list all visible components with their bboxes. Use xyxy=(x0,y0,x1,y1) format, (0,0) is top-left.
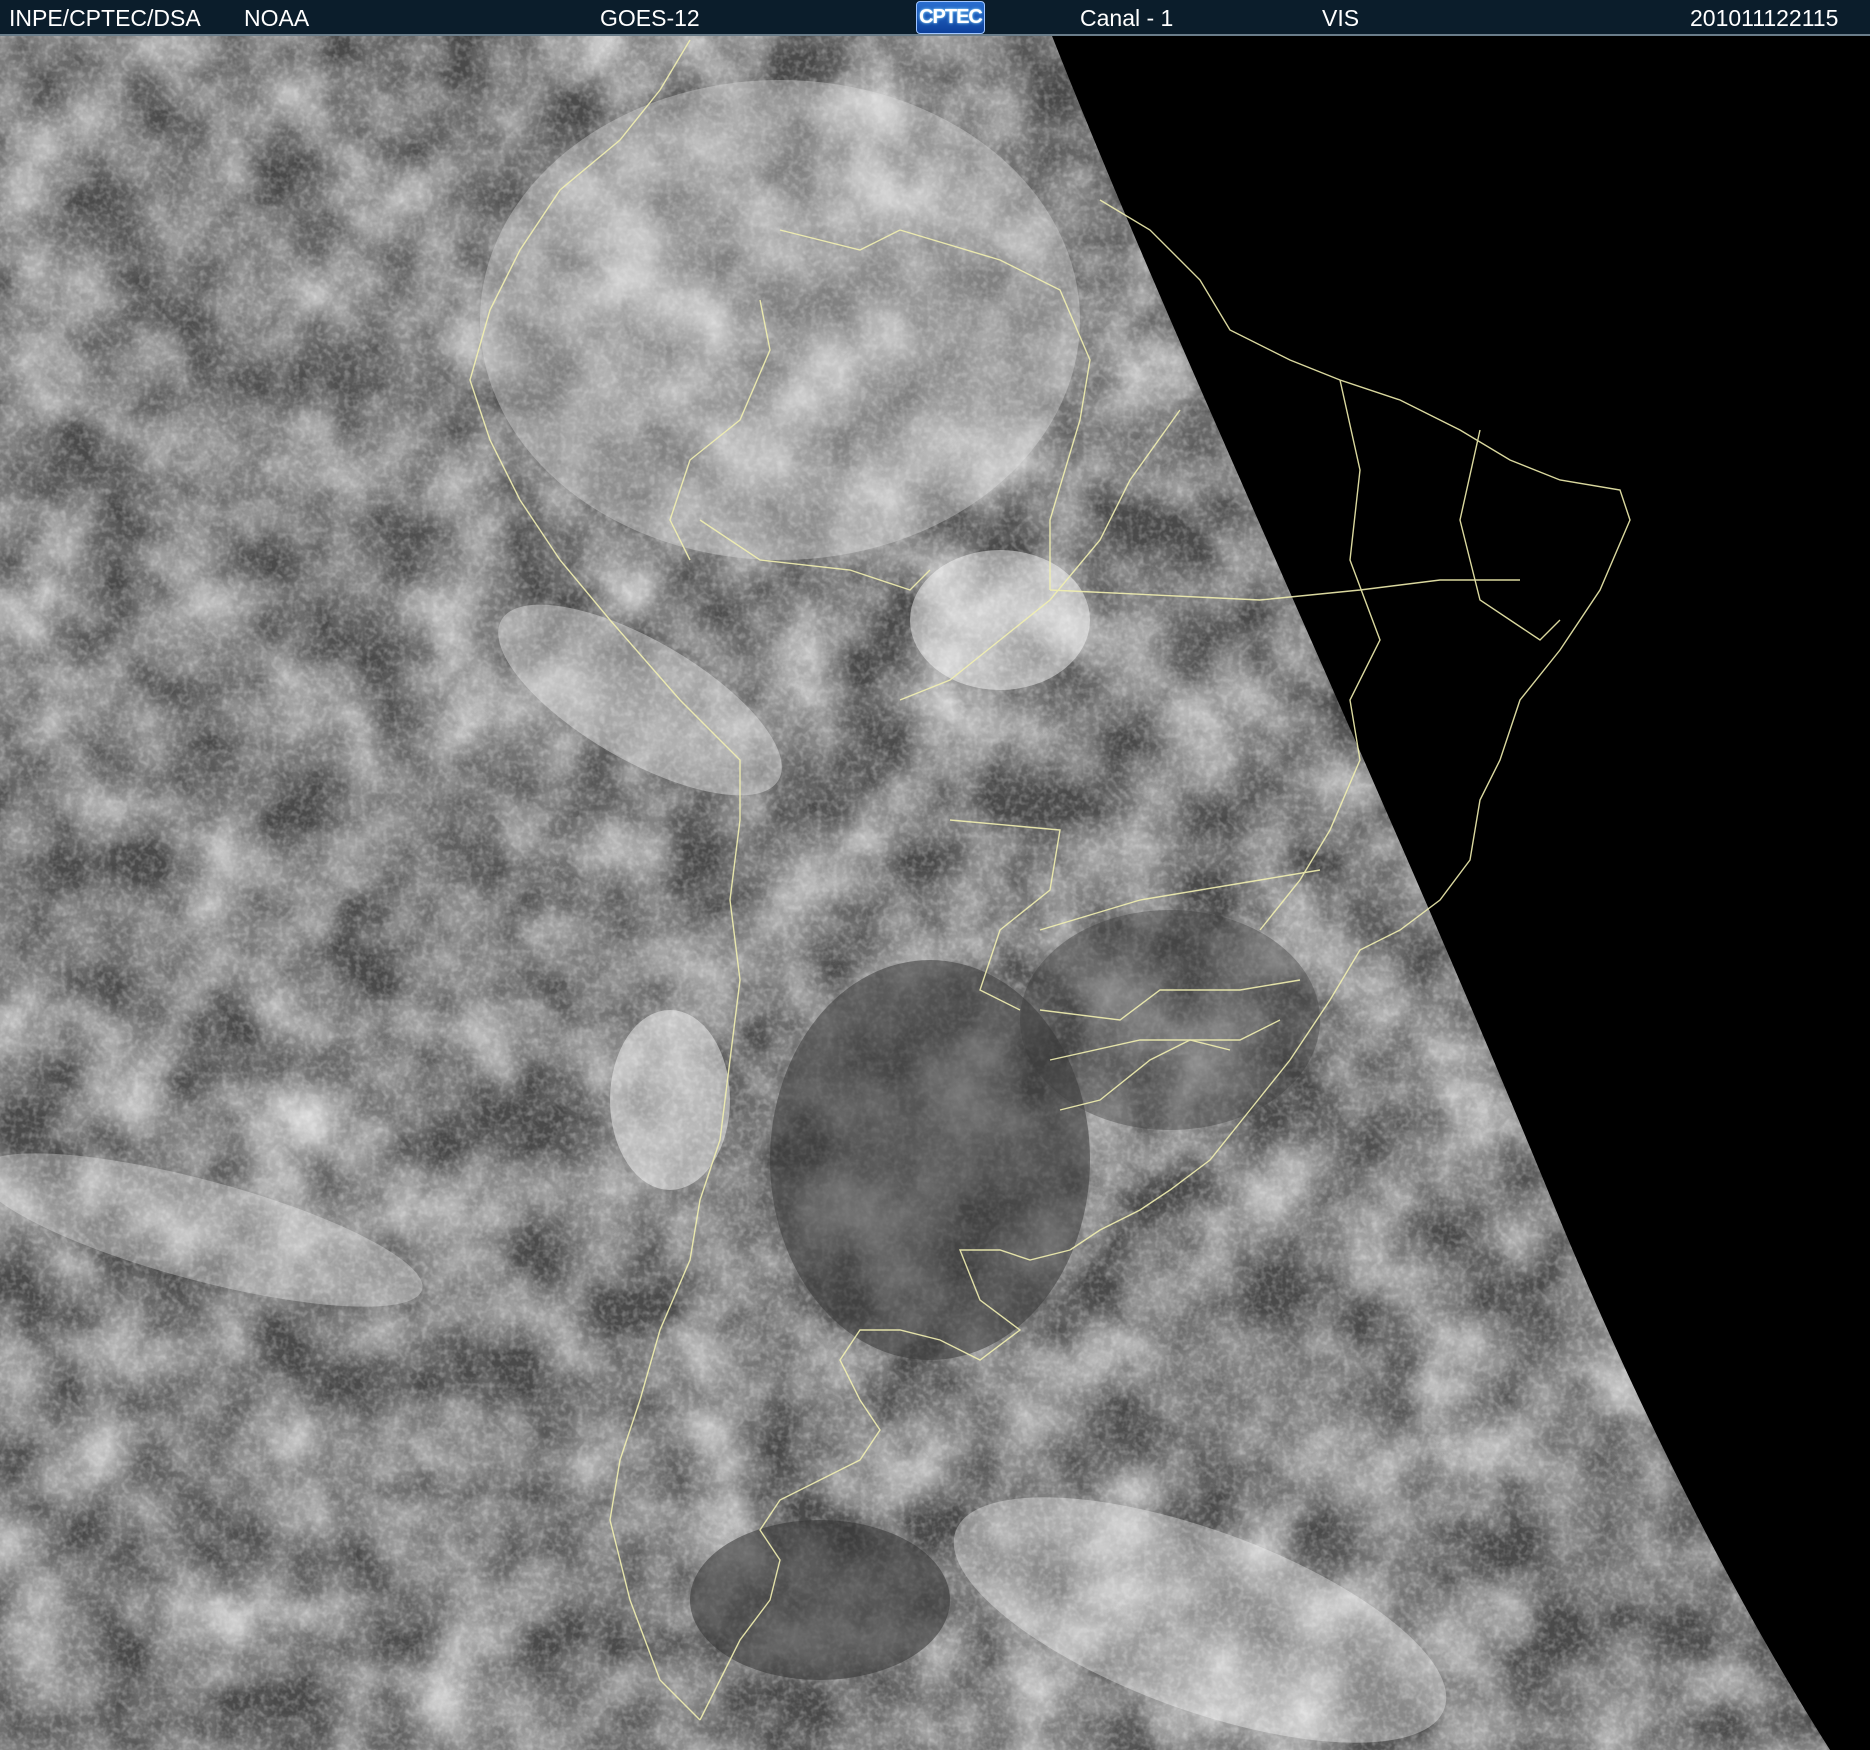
image-header-bar: INPE/CPTEC/DSA NOAA GOES-12 CPTEC Canal … xyxy=(0,0,1870,36)
channel-label: Canal - 1 xyxy=(1080,5,1174,31)
agency-label: NOAA xyxy=(244,5,310,31)
cloud-mass xyxy=(480,80,1080,560)
logo-text: CPTEC xyxy=(919,6,983,28)
cptec-logo-icon: CPTEC xyxy=(916,1,985,34)
satellite-label: GOES-12 xyxy=(600,5,700,31)
clear-land xyxy=(1020,910,1320,1130)
timestamp-label: 201011122115 xyxy=(1690,5,1839,31)
org-label: INPE/CPTEC/DSA xyxy=(9,5,201,31)
satellite-image xyxy=(0,36,1870,1750)
cloud-mass xyxy=(910,550,1090,690)
band-label: VIS xyxy=(1322,5,1360,31)
clear-ocean xyxy=(690,1520,950,1680)
